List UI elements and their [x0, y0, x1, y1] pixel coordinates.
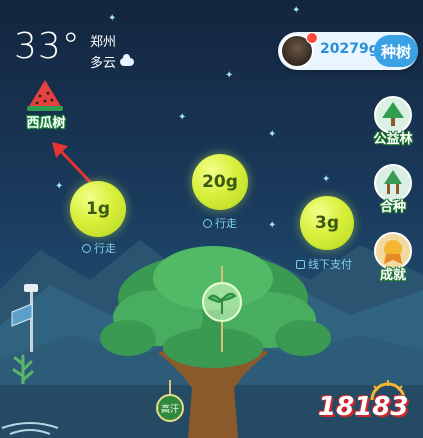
watermark-logo: 18183 — [318, 378, 422, 436]
footprint-icon — [203, 218, 212, 228]
side-menu-label: 合种 — [379, 200, 406, 215]
temperature: 33° — [14, 26, 81, 67]
weather-condition: 多云 — [90, 52, 135, 71]
energy-bubble-3[interactable]: 3g — [300, 196, 354, 250]
growth-orb[interactable] — [200, 266, 244, 352]
side-menu-co-plant[interactable]: 合种 — [370, 164, 416, 220]
star: ✦ — [322, 174, 331, 185]
user-energy-bar[interactable]: 20279g 种树 — [278, 32, 418, 70]
star: ✦ — [268, 129, 277, 140]
tag-label: 高汗 — [156, 394, 184, 422]
payment-terminal-icon — [296, 259, 305, 269]
side-menu-label: 成就 — [379, 268, 406, 283]
star: ✦ — [108, 13, 117, 24]
watermelon-tree-selector[interactable]: 西瓜树 — [18, 78, 72, 136]
city-name: 郑州 — [90, 35, 117, 50]
leaf-decoration-icon — [1, 422, 59, 435]
condition-text: 多云 — [90, 56, 117, 71]
side-menu-achievements[interactable]: 成就 — [370, 232, 416, 288]
star: ✦ — [292, 5, 301, 16]
watermelon-icon — [26, 78, 64, 111]
energy-bubble-3-source: 线下支付 — [296, 256, 352, 272]
energy-bubble-2[interactable]: 20g — [192, 154, 248, 210]
solar-lamp-icon — [11, 284, 38, 352]
footprint-icon — [82, 243, 91, 253]
watermelon-tree-label: 西瓜树 — [26, 116, 66, 131]
watermark-text: 18183 — [318, 392, 409, 422]
side-menu-label: 公益林 — [373, 132, 413, 147]
energy-bubble-1[interactable]: 1g — [70, 181, 126, 237]
grass-icon — [12, 354, 34, 384]
star: ✦ — [225, 70, 234, 81]
side-menu-public-forest[interactable]: 公益林 — [370, 96, 416, 152]
notification-dot — [306, 32, 318, 44]
plant-tree-button[interactable]: 种树 — [374, 35, 418, 67]
source-label: 行走 — [94, 242, 116, 255]
energy-total: 20279g — [320, 41, 379, 57]
energy-bubble-2-source: 行走 — [203, 215, 237, 231]
energy-bubble-1-source: 行走 — [82, 240, 116, 256]
ant-forest-screen: ✦ ✦ ✦ ✦ ✦ ✦ ✦ ✦ ✦ 33° 郑州 多云 20279g 种树 西瓜… — [0, 0, 423, 438]
cloud-icon — [120, 53, 135, 66]
tree-tag[interactable]: 高汗 — [156, 380, 184, 436]
source-label: 线下支付 — [308, 258, 352, 271]
star: ✦ — [178, 112, 187, 123]
source-label: 行走 — [215, 217, 237, 230]
